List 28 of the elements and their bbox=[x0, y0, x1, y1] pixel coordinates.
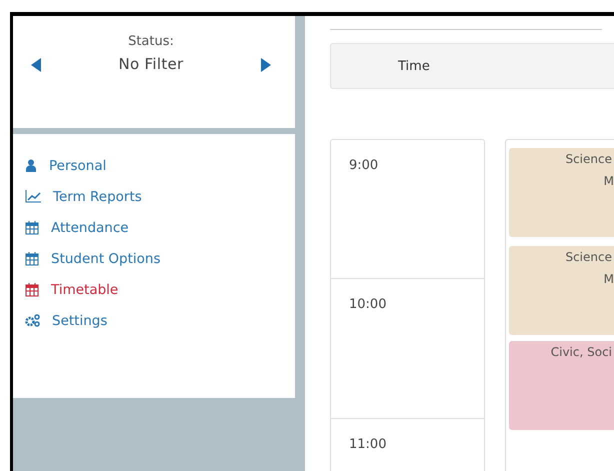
header-text: Time bbox=[398, 58, 430, 74]
nav-link[interactable]: Personal bbox=[25, 154, 295, 177]
line-chart-icon bbox=[25, 190, 41, 203]
event-text: Science bbox=[565, 249, 613, 266]
left-arrow-icon[interactable] bbox=[31, 58, 41, 72]
event-text: M bbox=[604, 173, 614, 190]
event-text: Science bbox=[565, 151, 613, 168]
filter-label: Status: bbox=[128, 34, 174, 49]
calendar-icon bbox=[25, 282, 39, 296]
calendar-icon bbox=[25, 220, 39, 234]
event-text: M bbox=[604, 271, 614, 288]
nav-link[interactable]: Term Reports bbox=[25, 185, 295, 208]
nav-link[interactable]: Timetable bbox=[25, 278, 295, 301]
time-label: 9:00 bbox=[349, 158, 378, 173]
lesson-event[interactable]: Science M bbox=[509, 246, 614, 335]
time-label: 10:00 bbox=[349, 297, 386, 312]
right-arrow-icon[interactable] bbox=[260, 58, 271, 72]
gears-icon bbox=[25, 314, 40, 327]
event-text: Civic, Soci bbox=[550, 344, 613, 361]
time-label: 11:00 bbox=[349, 437, 386, 452]
lesson-event[interactable]: Science M bbox=[509, 148, 614, 237]
person-icon bbox=[25, 159, 37, 172]
calendar-icon bbox=[25, 252, 39, 266]
nav-link[interactable]: Student Options bbox=[25, 247, 295, 270]
lesson-event[interactable]: Civic, Soci bbox=[509, 341, 614, 430]
nav-link[interactable]: Attendance bbox=[25, 216, 295, 239]
filter-value: No Filter bbox=[118, 55, 184, 73]
nav-link[interactable]: Settings bbox=[25, 309, 295, 332]
